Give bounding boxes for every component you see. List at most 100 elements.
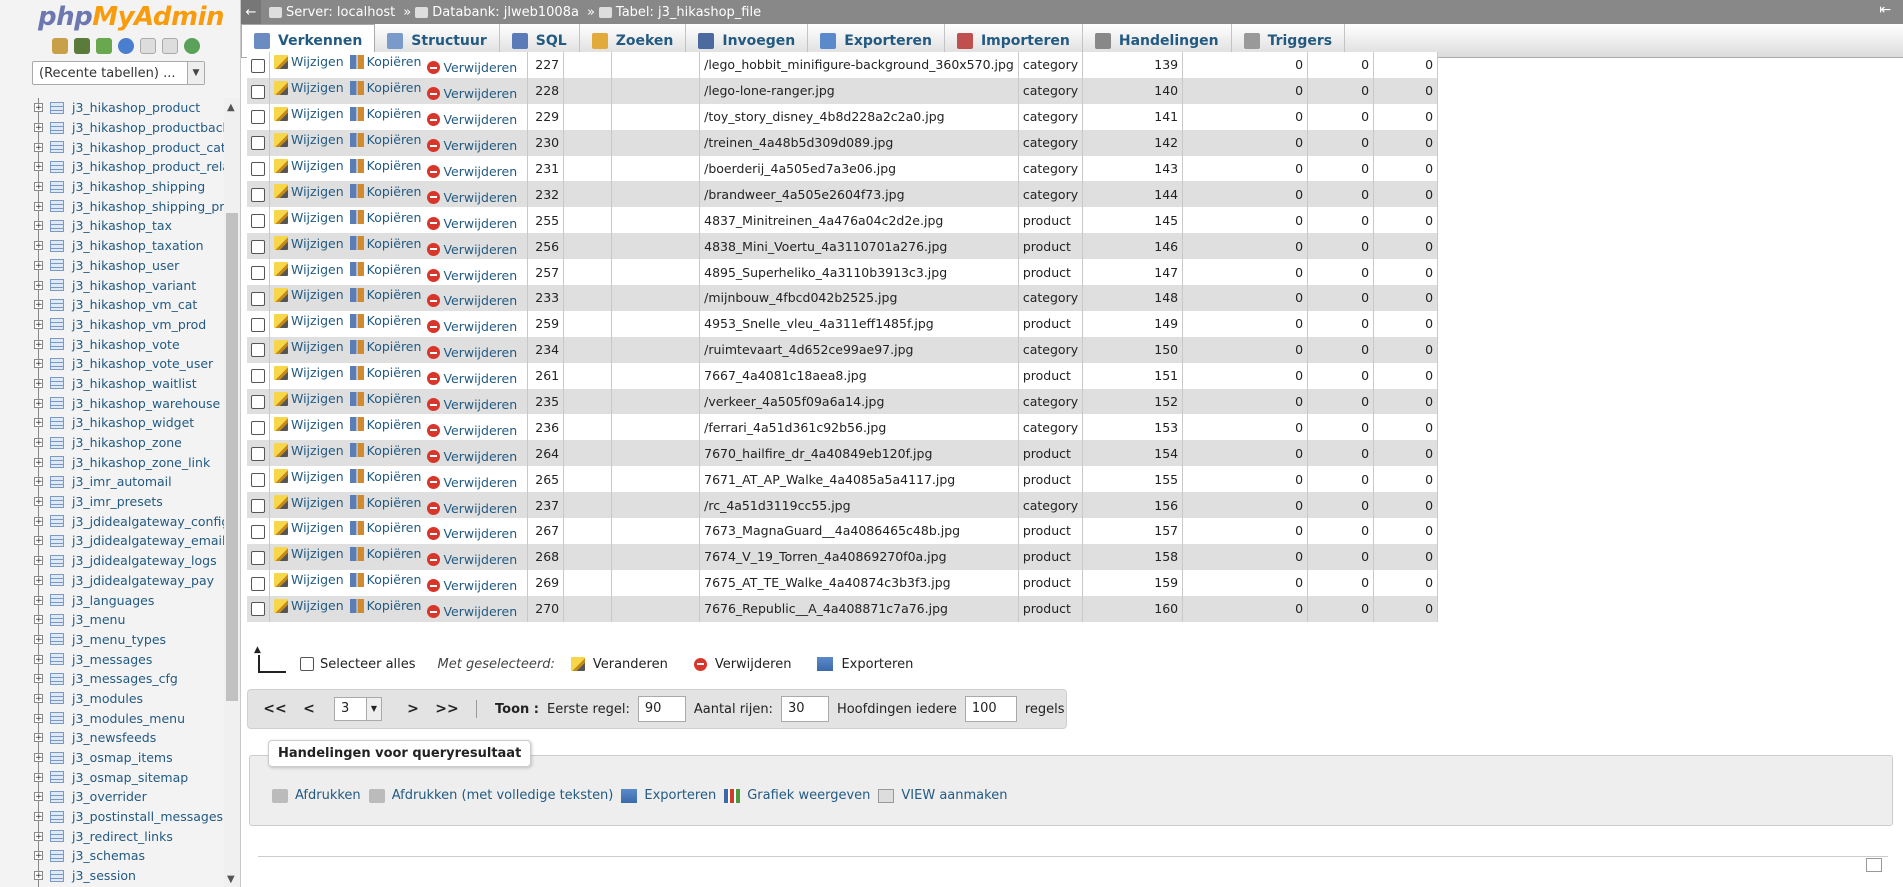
create-view-link[interactable]: VIEW aanmaken — [878, 788, 1007, 803]
table-icon[interactable] — [50, 594, 64, 607]
nav-table-label[interactable]: j3_hikashop_productbacku — [72, 120, 224, 135]
cell-empty[interactable] — [563, 362, 613, 389]
cell-empty[interactable] — [563, 103, 613, 130]
cell-file-id[interactable]: 229 — [527, 103, 565, 130]
nav-table-label[interactable]: j3_overrider — [72, 789, 147, 804]
expand-icon[interactable]: + — [34, 536, 43, 546]
nav-table-label[interactable]: j3_hikashop_waitlist — [72, 376, 197, 391]
documentation-icon[interactable] — [140, 38, 156, 54]
copy-row-button[interactable]: Kopiëren — [349, 236, 421, 251]
expand-icon[interactable]: + — [34, 103, 43, 113]
cell-file-type[interactable]: product — [1018, 207, 1084, 234]
table-icon[interactable] — [50, 790, 64, 803]
nav-table-label[interactable]: j3_jdidealgateway_config — [72, 514, 224, 529]
nav-table-item[interactable]: + j3_hikashop_taxation — [0, 236, 224, 256]
help-icon[interactable] — [118, 38, 134, 54]
cell-file-type[interactable]: product — [1018, 466, 1084, 493]
scroll-up-icon[interactable]: ▲ — [227, 102, 235, 113]
cell-value[interactable]: 0 — [1182, 492, 1309, 519]
cell-ref-id[interactable]: 152 — [1082, 388, 1184, 415]
nav-table-label[interactable]: j3_messages — [72, 652, 152, 667]
cell-file-type[interactable]: category — [1018, 181, 1084, 208]
cell-value[interactable]: 0 — [1373, 259, 1439, 286]
delete-row-button[interactable]: Verwijderen — [427, 578, 517, 593]
table-icon[interactable] — [50, 633, 64, 646]
expand-icon[interactable]: + — [34, 300, 43, 310]
delete-row-button[interactable]: Verwijderen — [427, 397, 517, 412]
edit-row-button[interactable]: Wijzigen — [274, 210, 344, 225]
nav-table-item[interactable]: + j3_jdidealgateway_pay — [0, 571, 224, 591]
nav-table-label[interactable]: j3_menu_types — [72, 632, 166, 647]
table-icon[interactable] — [50, 338, 64, 351]
table-icon[interactable] — [50, 810, 64, 823]
display-chart-link[interactable]: Grafiek weergeven — [724, 788, 870, 803]
cell-value[interactable]: 0 — [1307, 207, 1375, 234]
expand-icon[interactable]: + — [34, 575, 43, 585]
export-selected-button[interactable]: Exporteren — [817, 657, 913, 672]
cell-value[interactable]: 0 — [1307, 440, 1375, 467]
copy-row-button[interactable]: Kopiëren — [349, 287, 421, 302]
expand-icon[interactable]: + — [34, 280, 43, 290]
cell-value[interactable]: 0 — [1373, 362, 1439, 389]
delete-row-button[interactable]: Verwijderen — [427, 242, 517, 257]
cell-empty[interactable] — [563, 336, 613, 363]
cell-value[interactable]: 0 — [1182, 543, 1309, 570]
cell-empty[interactable] — [563, 77, 613, 104]
nav-table-item[interactable]: + j3_messages_cfg — [0, 669, 224, 689]
row-checkbox[interactable] — [251, 110, 265, 125]
delete-row-button[interactable]: Verwijderen — [427, 319, 517, 334]
table-icon[interactable] — [50, 731, 64, 744]
cell-value[interactable]: 0 — [1182, 155, 1309, 182]
expand-icon[interactable]: + — [34, 693, 43, 703]
cell-file-path[interactable]: /toy_story_disney_4b8d228a2c2a0.jpg — [699, 103, 1019, 130]
expand-icon[interactable]: + — [34, 319, 43, 329]
nav-table-item[interactable]: + j3_hikashop_product_relat — [0, 157, 224, 177]
cell-file-id[interactable]: 232 — [527, 181, 565, 208]
cell-file-path[interactable]: 7675_AT_TE_Walke_4a40874c3b3f3.jpg — [699, 569, 1019, 596]
cell-value[interactable]: 0 — [1373, 414, 1439, 441]
cell-empty[interactable] — [611, 440, 701, 467]
cell-ref-id[interactable]: 157 — [1082, 518, 1184, 544]
cell-value[interactable]: 0 — [1307, 569, 1375, 596]
nav-table-label[interactable]: j3_menu — [72, 612, 125, 627]
cell-ref-id[interactable]: 156 — [1082, 492, 1184, 519]
reload-icon[interactable] — [184, 38, 200, 54]
expand-icon[interactable]: + — [34, 359, 43, 369]
cell-value[interactable]: 0 — [1373, 285, 1439, 311]
table-icon[interactable] — [50, 495, 64, 508]
nav-scrollbar[interactable]: ▲ ▼ — [224, 98, 240, 887]
cell-empty[interactable] — [563, 569, 613, 596]
cell-value[interactable]: 0 — [1307, 259, 1375, 286]
nav-table-item[interactable]: + j3_hikashop_vm_prod — [0, 315, 224, 335]
table-icon[interactable] — [50, 436, 64, 449]
cell-file-id[interactable]: 268 — [527, 543, 565, 570]
nav-table-item[interactable]: + j3_hikashop_tax — [0, 216, 224, 236]
delete-row-button[interactable]: Verwijderen — [427, 112, 517, 127]
cell-value[interactable]: 0 — [1182, 207, 1309, 234]
cell-value[interactable]: 0 — [1373, 518, 1439, 544]
cell-file-id[interactable]: 234 — [527, 336, 565, 363]
table-icon[interactable] — [50, 397, 64, 410]
rows-input[interactable]: 30 — [780, 696, 829, 722]
nav-table-item[interactable]: + j3_redirect_links — [0, 826, 224, 846]
cell-value[interactable]: 0 — [1182, 388, 1309, 415]
nav-table-item[interactable]: + j3_menu — [0, 610, 224, 630]
cell-file-path[interactable]: 4838_Mini_Voertu_4a3110701a276.jpg — [699, 233, 1019, 260]
row-checkbox[interactable] — [251, 421, 265, 436]
home-icon[interactable] — [52, 38, 68, 54]
nav-table-label[interactable]: j3_jdidealgateway_logs — [72, 553, 217, 568]
cell-empty[interactable] — [563, 52, 613, 78]
cell-file-type[interactable]: product — [1018, 595, 1084, 622]
breadcrumb-database[interactable]: Databank: jlweb1008a — [415, 5, 579, 20]
expand-icon[interactable]: + — [34, 871, 43, 881]
cell-empty[interactable] — [563, 129, 613, 156]
row-checkbox[interactable] — [251, 239, 265, 254]
cell-ref-id[interactable]: 148 — [1082, 285, 1184, 311]
edit-row-button[interactable]: Wijzigen — [274, 184, 344, 199]
cell-file-id[interactable]: 227 — [527, 52, 565, 78]
nav-table-item[interactable]: + j3_imr_presets — [0, 492, 224, 512]
cell-file-path[interactable]: /rc_4a51d3119cc55.jpg — [699, 492, 1019, 519]
expand-icon[interactable]: + — [34, 241, 43, 251]
first-row-input[interactable]: 90 — [637, 696, 686, 722]
nav-table-label[interactable]: j3_hikashop_vote — [72, 337, 180, 352]
